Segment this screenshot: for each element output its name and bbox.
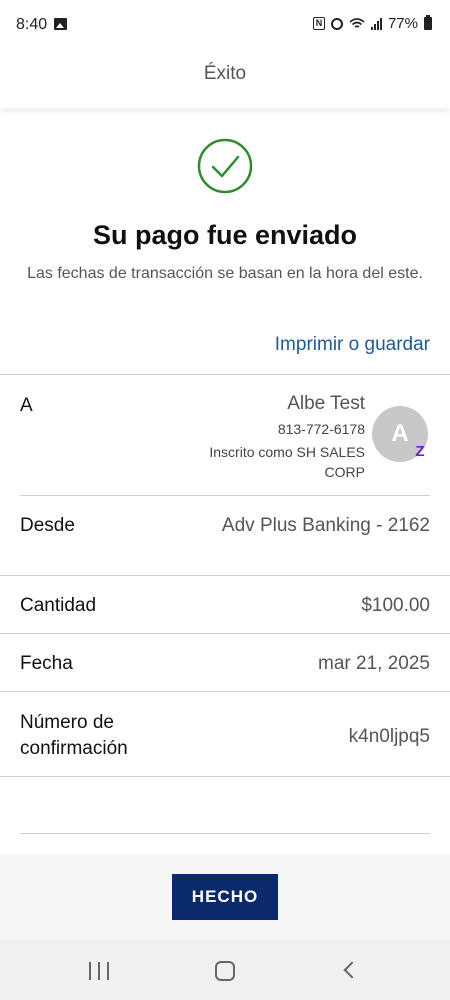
status-bar: 8:40 N 77% [0,0,450,50]
recents-icon[interactable] [89,962,109,980]
home-icon[interactable] [215,961,235,981]
footer: HECHO [0,854,450,940]
done-button[interactable]: HECHO [172,874,278,920]
divider [0,691,450,692]
zelle-icon: Z [415,443,425,460]
from-label: Desde [20,515,75,536]
date-label: Fecha [20,653,73,674]
nfc-icon: N [312,17,325,30]
status-time: 8:40 [16,16,48,33]
signal-icon [370,17,382,30]
recipient-phone: 813-772-6178 [277,421,365,437]
wifi-icon [349,17,365,28]
confirmation-label: Número de confirmación [20,712,128,759]
alarm-icon [330,17,343,30]
battery-icon [424,15,432,30]
battery-percent: 77% [387,15,418,32]
recipient-name: Albe Test [287,393,365,414]
success-subtitle: Las fechas de transacción se basan en la… [27,265,423,282]
success-title: Su pago fue enviado [92,220,358,250]
recipient-enrolled-as: Inscrito como SH SALES CORP [209,444,365,480]
divider [20,495,430,496]
gallery-icon [54,18,67,30]
recipient-label: A [20,395,33,416]
success-check-icon [197,138,253,194]
status-icons: N 77% [312,15,432,32]
divider [20,833,430,834]
system-nav-bar [0,940,450,1000]
page-title: Éxito [203,63,247,84]
print-or-save-link[interactable]: Imprimir o guardar [275,334,430,356]
divider [0,374,450,375]
from-value: Adv Plus Banking - 2162 [221,515,430,536]
app-header: Éxito [0,50,450,108]
divider [0,575,450,576]
date-value: mar 21, 2025 [318,653,430,674]
divider [0,776,450,777]
amount-label: Cantidad [20,595,97,616]
back-icon[interactable] [343,961,361,979]
amount-value: $100.00 [361,595,430,616]
confirmation-value: k4n0ljpq5 [348,726,430,747]
divider [0,633,450,634]
